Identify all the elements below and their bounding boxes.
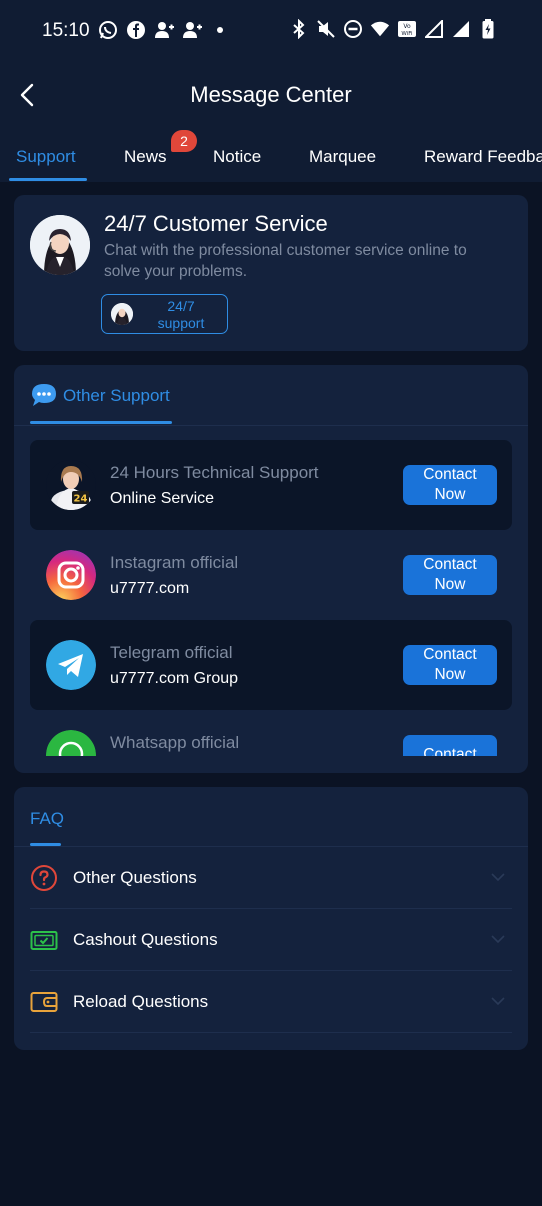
wifi-icon <box>370 19 390 39</box>
chat-bubble-icon <box>30 381 58 409</box>
faq-item-other-questions[interactable]: Other Questions <box>30 847 512 909</box>
support-row-title: Instagram official <box>110 553 239 572</box>
contact-now-button[interactable]: Contact Now <box>403 645 497 685</box>
contact-now-label: Contact Now <box>423 466 477 503</box>
faq-item-label: Other Questions <box>73 868 197 887</box>
faq-item-reload-questions[interactable]: Reload Questions <box>30 971 512 1033</box>
active-tab-indicator <box>9 178 87 181</box>
contact-now-button[interactable]: Contact <box>403 735 497 756</box>
support-row-instagram: Instagram official u7777.com Contact Now <box>30 530 512 620</box>
chevron-down-icon <box>490 869 506 885</box>
support-channel-list[interactable]: 24 24 Hours Technical Support Online Ser… <box>30 440 512 756</box>
status-time: 15:10 <box>42 20 90 41</box>
header: Message Center <box>0 62 542 134</box>
svg-text:24: 24 <box>74 494 88 505</box>
contact-now-label: Contact Now <box>423 556 477 593</box>
support-247-label-line2: support <box>157 315 205 331</box>
support-row-title: 24 Hours Technical Support <box>110 463 319 482</box>
tab-bar: Support News Notice Marquee Reward Feedb… <box>0 134 542 182</box>
support-row-title: Telegram official <box>110 643 233 662</box>
faq-title[interactable]: FAQ <box>30 809 64 829</box>
other-support-card: Other Support 24 24 Hours Technical Supp… <box>14 365 528 773</box>
telegram-icon <box>46 640 96 690</box>
tab-reward-feedback[interactable]: Reward Feedba <box>424 147 542 167</box>
notification-icons <box>98 20 230 40</box>
faq-item-cashout-questions[interactable]: Cashout Questions <box>30 909 512 971</box>
question-icon <box>30 864 58 892</box>
tab-marquee[interactable]: Marquee <box>309 147 376 167</box>
whatsapp-notification-icon <box>98 20 118 40</box>
news-badge: 2 <box>171 130 197 152</box>
chevron-down-icon <box>490 993 506 1009</box>
svg-text:Vo: Vo <box>403 23 411 30</box>
customer-service-card: 24/7 Customer Service Chat with the prof… <box>14 195 528 351</box>
customer-service-description: Chat with the professional customer serv… <box>104 242 467 280</box>
support-row-title: Whatsapp official <box>110 733 240 752</box>
support-row-telegram: Telegram official u7777.com Group Contac… <box>30 620 512 710</box>
tab-notice[interactable]: Notice <box>213 147 261 167</box>
faq-card: FAQ Other Questions Cashout Questions Re… <box>14 787 528 1050</box>
faq-item-label: Reload Questions <box>73 992 209 1011</box>
person-add-notification-icon <box>154 20 174 40</box>
support-row-technical: 24 24 Hours Technical Support Online Ser… <box>30 440 512 530</box>
facebook-notification-icon <box>126 20 146 40</box>
customer-service-title: 24/7 Customer Service <box>104 211 328 236</box>
wallet-icon <box>30 988 58 1016</box>
do-not-disturb-icon <box>343 19 363 39</box>
svg-text:WiFi: WiFi <box>401 31 413 37</box>
contact-now-label: Contact <box>423 746 477 756</box>
other-support-title[interactable]: Other Support <box>63 386 170 406</box>
status-bar: 15:10 Vo WiFi <box>0 0 542 62</box>
support-row-subtitle: Online Service <box>110 490 215 507</box>
support-agent-avatar <box>111 303 133 325</box>
support-247-button[interactable]: 24/7 support <box>101 294 228 334</box>
cash-icon <box>30 926 58 954</box>
support-247-label: 24/7 support <box>140 298 222 332</box>
system-icons: Vo WiFi <box>289 19 498 39</box>
faq-item-label: Cashout Questions <box>73 930 218 949</box>
contact-now-button[interactable]: Contact Now <box>403 555 497 595</box>
page-title: Message Center <box>190 82 352 107</box>
person-add-notification-icon-2 <box>182 20 202 40</box>
agent-24-icon: 24 <box>46 460 96 510</box>
support-row-subtitle: u7777.com <box>110 580 190 597</box>
contact-now-button[interactable]: Contact Now <box>403 465 497 505</box>
other-support-tab-indicator <box>30 421 172 424</box>
signal-icon <box>424 19 444 39</box>
battery-icon <box>478 19 498 39</box>
tab-news[interactable]: News <box>124 147 167 167</box>
chevron-down-icon <box>490 931 506 947</box>
mute-icon <box>316 19 336 39</box>
bluetooth-icon <box>289 19 309 39</box>
divider <box>14 425 528 426</box>
signal-icon-2 <box>451 19 471 39</box>
instagram-icon <box>46 550 96 600</box>
vowifi-icon: Vo WiFi <box>397 19 417 39</box>
support-row-whatsapp: Whatsapp official Contact <box>30 710 512 756</box>
contact-now-label: Contact Now <box>423 646 477 683</box>
customer-service-avatar <box>30 215 90 275</box>
tab-support[interactable]: Support <box>16 147 76 167</box>
whatsapp-icon <box>46 730 96 756</box>
more-notifications-dot-icon <box>210 20 230 40</box>
support-247-label-line1: 24/7 <box>167 298 195 314</box>
support-row-subtitle: u7777.com Group <box>110 670 239 687</box>
